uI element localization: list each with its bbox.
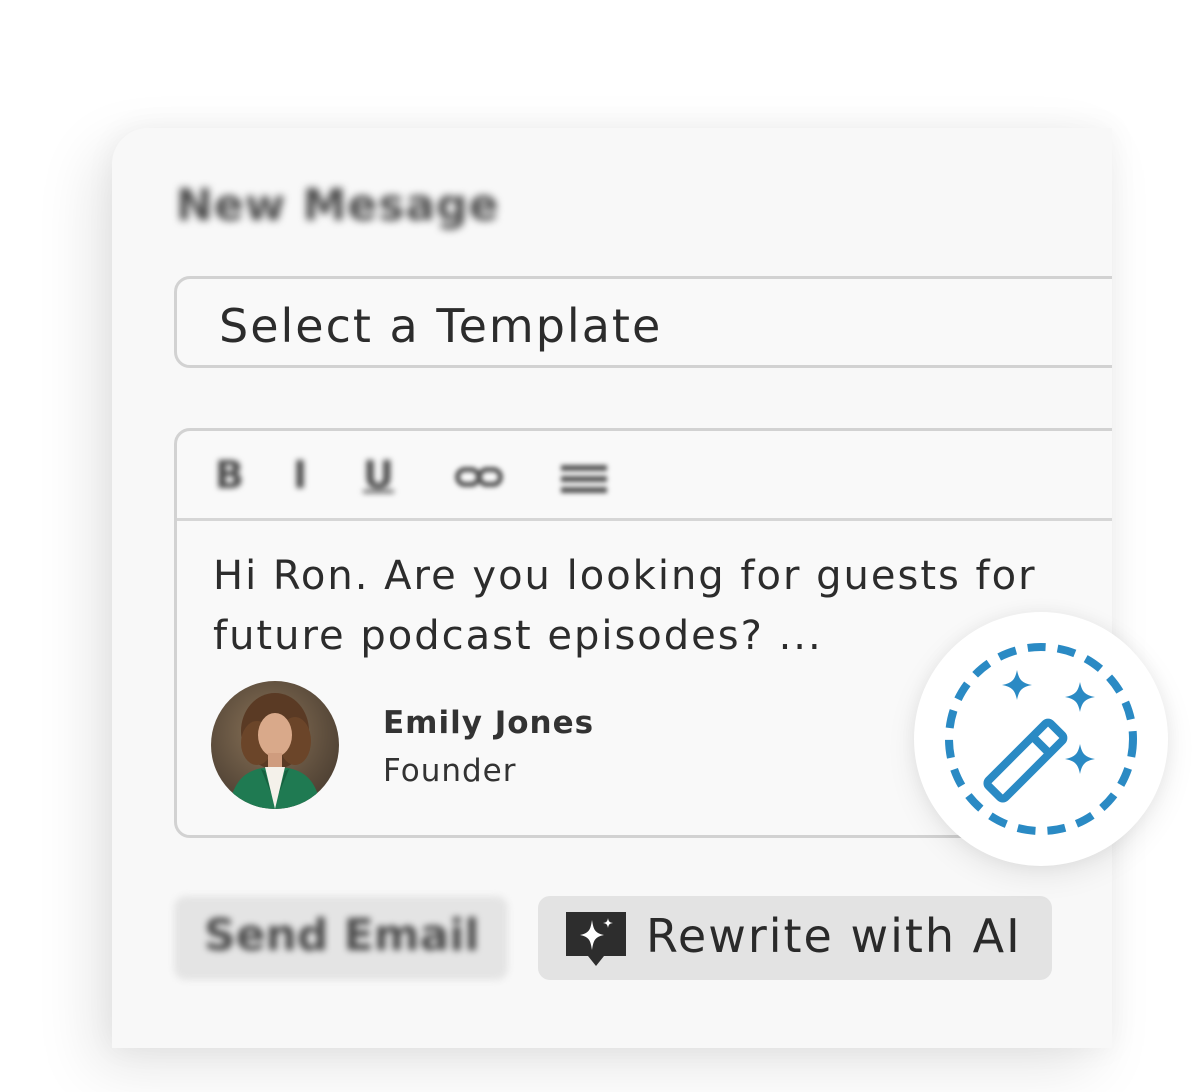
- magic-wand-icon: [945, 643, 1137, 835]
- template-select-placeholder: Select a Template: [219, 299, 663, 353]
- ai-sparkle-icon: [564, 910, 628, 974]
- magic-wand-badge: [914, 612, 1168, 866]
- italic-button[interactable]: I: [293, 453, 307, 497]
- avatar: [211, 681, 339, 809]
- underline-button[interactable]: U: [363, 453, 394, 497]
- template-select[interactable]: Select a Template: [174, 276, 1112, 368]
- send-email-label: Send Email: [204, 910, 480, 961]
- signature-name: Emily Jones: [383, 705, 595, 741]
- message-composer: New Mesage Select a Template B I U Hi Ro…: [112, 128, 1112, 1048]
- rewrite-with-ai-label: Rewrite with AI: [646, 909, 1022, 963]
- link-icon[interactable]: [455, 467, 505, 491]
- composer-title: New Mesage: [176, 180, 500, 231]
- stage: New Mesage Select a Template B I U Hi Ro…: [0, 0, 1200, 1092]
- send-email-button[interactable]: Send Email: [174, 896, 508, 980]
- signature-role: Founder: [383, 753, 517, 789]
- list-icon[interactable]: [561, 465, 607, 493]
- bold-button[interactable]: B: [215, 453, 244, 497]
- rewrite-with-ai-button[interactable]: Rewrite with AI: [538, 896, 1052, 980]
- formatting-toolbar: B I U: [177, 431, 1112, 521]
